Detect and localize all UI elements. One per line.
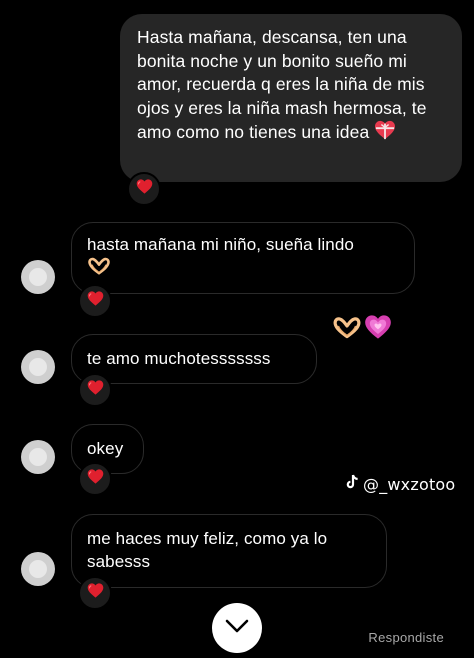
- red-heart-icon: [87, 379, 104, 401]
- message-text: te amo muchotesssssss: [87, 349, 271, 368]
- replied-status: Respondiste: [368, 630, 444, 645]
- message-text: okey: [87, 439, 124, 458]
- avatar[interactable]: [21, 552, 55, 586]
- watermark-handle: @_wxzotoo: [363, 474, 456, 494]
- avatar[interactable]: [21, 350, 55, 384]
- red-heart-icon: [136, 178, 153, 200]
- red-heart-icon: [87, 468, 104, 490]
- heart-reaction[interactable]: [78, 462, 112, 496]
- message-emoji-sent[interactable]: [332, 314, 392, 345]
- chevron-down-icon: [224, 618, 250, 639]
- message-bubble-received[interactable]: hasta mañana mi niño, sueña lindo: [71, 222, 415, 294]
- heart-hands-icon: [87, 256, 111, 281]
- message-text: me haces muy feliz, como ya lo sabesss: [87, 529, 332, 571]
- heart-hands-icon: [332, 315, 362, 344]
- message-bubble-sent[interactable]: Hasta mañana, descansa, ten una bonita n…: [120, 14, 462, 182]
- message-bubble-received[interactable]: te amo muchotesssssss: [71, 334, 317, 384]
- heart-reaction[interactable]: [78, 373, 112, 407]
- heart-reaction[interactable]: [78, 576, 112, 610]
- growing-pink-heart-icon: [364, 314, 392, 345]
- heart-with-ribbon-icon: [374, 120, 396, 147]
- red-heart-icon: [87, 290, 104, 312]
- tiktok-watermark: @_wxzotoo: [345, 474, 455, 494]
- avatar[interactable]: [21, 440, 55, 474]
- avatar[interactable]: [21, 260, 55, 294]
- tiktok-icon: [345, 474, 359, 494]
- scroll-down-button[interactable]: [212, 603, 262, 653]
- red-heart-icon: [87, 582, 104, 604]
- heart-reaction[interactable]: [127, 172, 161, 206]
- heart-reaction[interactable]: [78, 284, 112, 318]
- message-text: hasta mañana mi niño, sueña lindo: [87, 235, 354, 254]
- message-bubble-received[interactable]: me haces muy feliz, como ya lo sabesss: [71, 514, 387, 588]
